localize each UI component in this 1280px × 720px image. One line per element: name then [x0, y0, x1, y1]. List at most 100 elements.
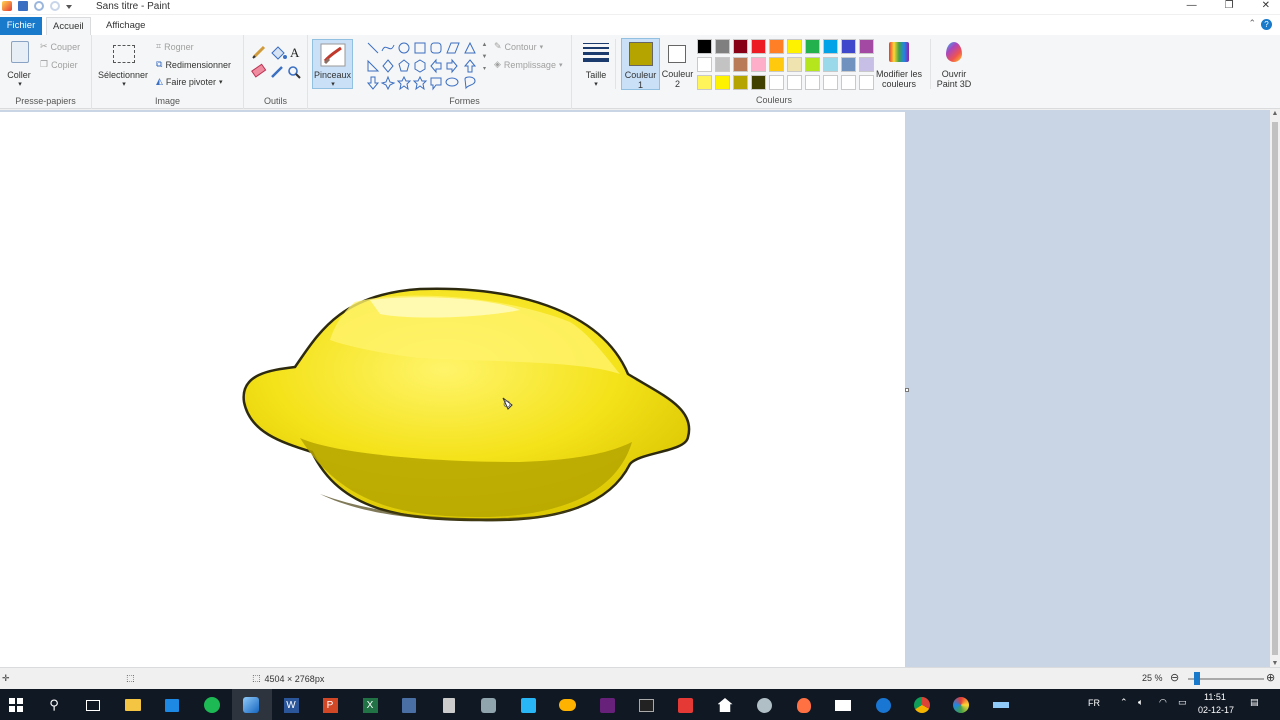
outline-button[interactable]: ✎ Contour ▾: [494, 41, 543, 52]
palette-swatch[interactable]: [769, 39, 784, 54]
palette-swatch[interactable]: [859, 39, 874, 54]
tab-file[interactable]: Fichier: [0, 17, 42, 35]
palette-swatch[interactable]: [751, 39, 766, 54]
task-view-icon[interactable]: [83, 695, 103, 715]
palette-swatch[interactable]: [715, 57, 730, 72]
palette-swatch[interactable]: [859, 75, 874, 90]
edit-colors-button[interactable]: Modifier les couleurs: [873, 39, 925, 89]
size-button[interactable]: Taille ▾: [576, 39, 616, 89]
zoom-out-icon[interactable]: ⊖: [1170, 671, 1179, 684]
search-icon[interactable]: ⚲: [44, 695, 64, 715]
palette-swatch[interactable]: [805, 75, 820, 90]
scrollbar-thumb[interactable]: [1272, 122, 1278, 655]
canvas-resize-handle-right[interactable]: [905, 388, 909, 392]
palette-swatch[interactable]: [805, 39, 820, 54]
notifications-icon[interactable]: ▤: [1250, 697, 1259, 708]
zoom-slider-thumb[interactable]: [1194, 672, 1200, 685]
fill-bucket-icon[interactable]: [271, 46, 287, 60]
zoom-in-icon[interactable]: ⊕: [1266, 671, 1275, 684]
text-icon[interactable]: A: [290, 45, 300, 60]
save-icon[interactable]: [18, 1, 28, 11]
palette-swatch[interactable]: [769, 57, 784, 72]
tray-chevron-icon[interactable]: ⌃: [1120, 697, 1128, 708]
tab-view[interactable]: Affichage: [100, 17, 151, 35]
magnifier-icon[interactable]: [288, 66, 301, 79]
powerpoint-icon[interactable]: P: [320, 695, 340, 715]
app-icon-8[interactable]: [951, 695, 971, 715]
excel-icon[interactable]: X: [360, 695, 380, 715]
app-icon-3[interactable]: [518, 695, 538, 715]
vertical-scrollbar[interactable]: ▲ ▼: [1270, 110, 1280, 667]
word-icon[interactable]: W: [281, 695, 301, 715]
palette-swatch[interactable]: [823, 57, 838, 72]
scroll-down-icon[interactable]: ▼: [1270, 660, 1280, 667]
fill-button[interactable]: ◈ Remplissage ▾: [494, 59, 562, 70]
select-button[interactable]: Sélectionner ▾: [96, 39, 150, 88]
volume-icon[interactable]: 🔈︎: [1138, 697, 1143, 708]
app-icon-9[interactable]: [991, 695, 1011, 715]
crop-button[interactable]: ⌗ Rogner: [156, 41, 194, 52]
minimize-ribbon-icon[interactable]: ⌃: [1248, 18, 1256, 29]
palette-swatch[interactable]: [697, 39, 712, 54]
language-indicator[interactable]: FR: [1088, 698, 1100, 708]
terminal-icon[interactable]: [636, 695, 656, 715]
palette-swatch[interactable]: [751, 57, 766, 72]
store-icon[interactable]: [162, 695, 182, 715]
palette-swatch[interactable]: [823, 75, 838, 90]
palette-swatch[interactable]: [787, 57, 802, 72]
color-picker-icon[interactable]: [271, 66, 283, 78]
minimize-icon[interactable]: —: [1187, 0, 1197, 11]
palette-swatch[interactable]: [715, 39, 730, 54]
calculator-icon[interactable]: [439, 695, 459, 715]
home-icon[interactable]: [715, 695, 735, 715]
wifi-icon[interactable]: ◠: [1159, 697, 1167, 708]
app-icon-6[interactable]: [754, 695, 774, 715]
resize-button[interactable]: ⧉ Redimensionner: [156, 59, 231, 70]
shapes-gallery[interactable]: ▲ ▼ ▾: [362, 39, 488, 91]
palette-swatch[interactable]: [805, 57, 820, 72]
clock-date[interactable]: 02-12-17: [1198, 705, 1234, 715]
app-icon-1[interactable]: [399, 695, 419, 715]
app-icon-5[interactable]: [675, 695, 695, 715]
color1-button[interactable]: Couleur 1: [621, 38, 660, 90]
palette-swatch[interactable]: [841, 57, 856, 72]
color2-button[interactable]: Couleur 2: [661, 38, 695, 90]
drawing-canvas[interactable]: [0, 112, 905, 667]
file-explorer-icon[interactable]: [123, 695, 143, 715]
eraser-icon[interactable]: [251, 63, 267, 78]
mail-icon[interactable]: [833, 695, 853, 715]
scroll-up-icon[interactable]: ▲: [1270, 110, 1280, 117]
customize-qat-icon[interactable]: [66, 5, 72, 9]
edge-icon[interactable]: [873, 695, 893, 715]
palette-swatch[interactable]: [787, 39, 802, 54]
paint-app-icon[interactable]: [2, 1, 12, 11]
copy-button[interactable]: ❐ Copier: [40, 59, 78, 70]
paint-taskbar-icon[interactable]: [241, 695, 261, 715]
battery-icon[interactable]: ▭: [1178, 697, 1187, 708]
palette-swatch[interactable]: [841, 39, 856, 54]
chrome-icon[interactable]: [912, 695, 932, 715]
palette-swatch[interactable]: [769, 75, 784, 90]
palette-swatch[interactable]: [841, 75, 856, 90]
palette-swatch[interactable]: [697, 75, 712, 90]
open-paint3d-button[interactable]: Ouvrir Paint 3D: [930, 39, 976, 89]
clock-time[interactable]: 11:51: [1204, 692, 1226, 702]
app-icon-7[interactable]: [794, 695, 814, 715]
pencil-icon[interactable]: [252, 45, 266, 59]
visual-studio-icon[interactable]: [597, 695, 617, 715]
palette-swatch[interactable]: [787, 75, 802, 90]
undo-icon[interactable]: [34, 1, 44, 11]
palette-swatch[interactable]: [751, 75, 766, 90]
palette-swatch[interactable]: [733, 57, 748, 72]
close-icon[interactable]: ✕: [1262, 0, 1270, 11]
palette-swatch[interactable]: [715, 75, 730, 90]
help-icon[interactable]: ?: [1261, 19, 1272, 30]
brushes-button[interactable]: Pinceaux ▾: [312, 39, 353, 89]
palette-swatch[interactable]: [733, 39, 748, 54]
spotify-icon[interactable]: [202, 695, 222, 715]
app-icon-4[interactable]: [557, 695, 577, 715]
tab-home[interactable]: Accueil: [46, 17, 91, 35]
windows-start-icon[interactable]: [6, 695, 26, 715]
rotate-button[interactable]: ◭ Faire pivoter ▾: [156, 76, 222, 87]
app-icon-2[interactable]: [478, 695, 498, 715]
